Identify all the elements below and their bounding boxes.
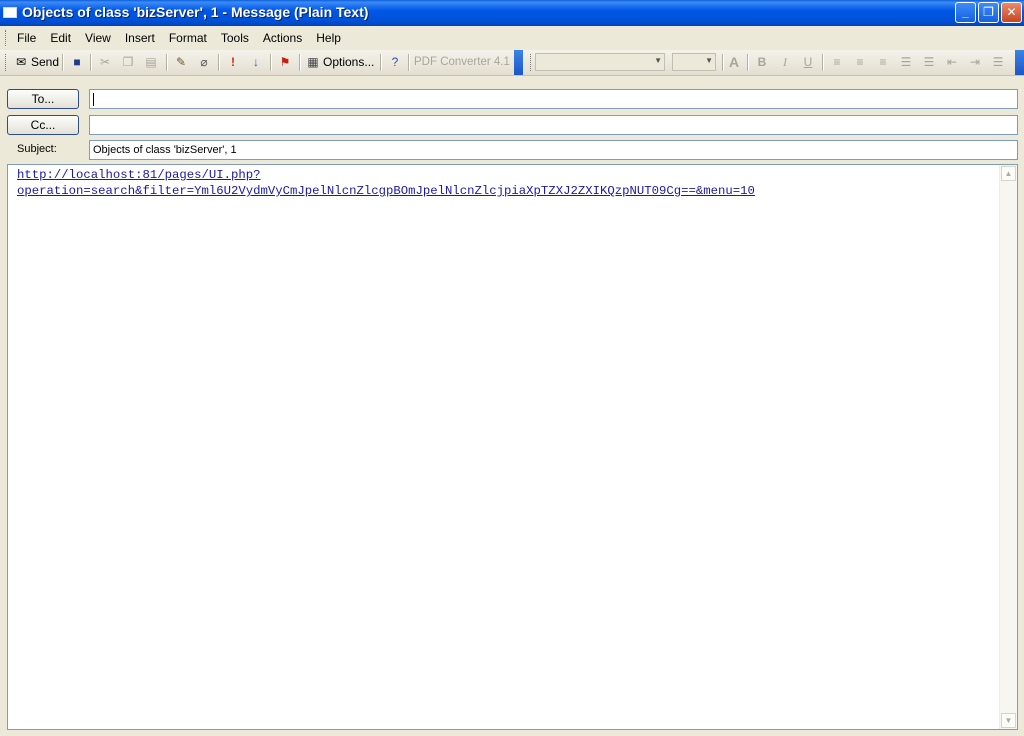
toolbar-separator	[299, 54, 301, 71]
pdf-converter-button[interactable]: PDF Converter 4.1	[414, 53, 510, 72]
font-size-select[interactable]: ▼	[672, 53, 716, 71]
toolbar-separator	[747, 54, 749, 71]
vertical-scrollbar[interactable]: ▲ ▼	[999, 165, 1017, 729]
toolbar-separator	[62, 54, 64, 71]
increase-indent-icon[interactable]: ⇥	[967, 54, 983, 70]
window-title: Objects of class 'bizServer', 1 - Messag…	[22, 4, 369, 20]
menu-format[interactable]: Format	[162, 26, 214, 50]
title-bar: Objects of class 'bizServer', 1 - Messag…	[0, 0, 1024, 26]
high-importance-icon[interactable]: !	[225, 54, 241, 70]
toolbar-separator	[218, 54, 220, 71]
help-icon[interactable]: ?	[387, 54, 403, 70]
toolbar-separator	[166, 54, 168, 71]
body-link-line-2[interactable]: operation=search&filter=Yml6U2VydmVyCmJp…	[17, 184, 755, 198]
to-button[interactable]: To...	[7, 89, 79, 109]
menu-file[interactable]: File	[10, 26, 43, 50]
align-right-icon[interactable]: ≡	[875, 54, 891, 70]
subject-label: Subject:	[17, 143, 57, 155]
to-field[interactable]	[89, 89, 1018, 109]
paste-icon[interactable]: ▤	[143, 54, 159, 70]
options-button[interactable]: Options...	[323, 53, 374, 72]
minimize-button[interactable]: _	[955, 2, 976, 23]
standard-toolbar: ✉ Send ■ ✂ ❐ ▤ ✎ ⌀ ! ↓ ⚑ ▦ Options... ? …	[0, 50, 1024, 76]
text-caret	[93, 92, 94, 106]
toolbar-separator	[270, 54, 272, 71]
copy-icon[interactable]: ❐	[120, 54, 136, 70]
menu-bar: File Edit View Insert Format Tools Actio…	[0, 26, 1024, 51]
close-button[interactable]: ✕	[1001, 2, 1022, 23]
address-book-icon[interactable]: ✎	[173, 54, 189, 70]
toolbar-separator	[408, 54, 410, 71]
formatting-toolbar-grip[interactable]	[530, 54, 534, 71]
menu-edit[interactable]: Edit	[43, 26, 78, 50]
menu-insert[interactable]: Insert	[118, 26, 162, 50]
font-name-select[interactable]: ▼	[535, 53, 665, 71]
toolbar-separator	[822, 54, 824, 71]
message-icon	[3, 7, 17, 18]
subject-field[interactable]: Objects of class 'bizServer', 1	[89, 140, 1018, 160]
send-icon: ✉	[15, 55, 27, 69]
options-icon: ▦	[307, 55, 319, 69]
save-icon[interactable]: ■	[69, 54, 85, 70]
flag-icon[interactable]: ⚑	[277, 54, 293, 70]
send-button[interactable]: Send	[31, 53, 59, 72]
font-color-icon[interactable]: A	[726, 54, 742, 70]
toolbar-separator	[722, 54, 724, 71]
bold-icon[interactable]: B	[754, 54, 770, 70]
body-link[interactable]: http://localhost:81/pages/UI.php? operat…	[17, 167, 997, 199]
menu-tools[interactable]: Tools	[214, 26, 256, 50]
chevron-down-icon: ▼	[705, 56, 713, 65]
menu-help[interactable]: Help	[309, 26, 348, 50]
low-importance-icon[interactable]: ↓	[248, 54, 264, 70]
decrease-indent-icon[interactable]: ⇤	[944, 54, 960, 70]
menu-grip[interactable]	[5, 30, 9, 46]
cc-field[interactable]	[89, 115, 1018, 135]
formatting-overflow-handle[interactable]	[1015, 50, 1024, 75]
italic-icon[interactable]: I	[777, 54, 793, 70]
scroll-up-icon[interactable]: ▲	[1001, 166, 1016, 181]
underline-icon[interactable]: U	[800, 54, 816, 70]
scroll-down-icon[interactable]: ▼	[1001, 713, 1016, 728]
chevron-down-icon: ▼	[654, 56, 662, 65]
horizontal-line-icon[interactable]: ☰	[990, 54, 1006, 70]
cut-icon[interactable]: ✂	[97, 54, 113, 70]
align-left-icon[interactable]: ≡	[829, 54, 845, 70]
body-link-line-1[interactable]: http://localhost:81/pages/UI.php?	[17, 168, 261, 182]
menu-view[interactable]: View	[78, 26, 118, 50]
bullets-icon[interactable]: ☰	[898, 54, 914, 70]
toolbar-overflow-handle[interactable]	[514, 50, 523, 75]
maximize-button[interactable]: ❐	[978, 2, 999, 23]
align-center-icon[interactable]: ≡	[852, 54, 868, 70]
menu-actions[interactable]: Actions	[256, 26, 309, 50]
numbering-icon[interactable]: ☰	[921, 54, 937, 70]
toolbar-grip[interactable]	[5, 54, 9, 71]
cc-button[interactable]: Cc...	[7, 115, 79, 135]
attach-file-icon[interactable]: ⌀	[196, 54, 212, 70]
toolbar-separator	[90, 54, 92, 71]
toolbar-separator	[380, 54, 382, 71]
message-body[interactable]: http://localhost:81/pages/UI.php? operat…	[7, 164, 1018, 730]
